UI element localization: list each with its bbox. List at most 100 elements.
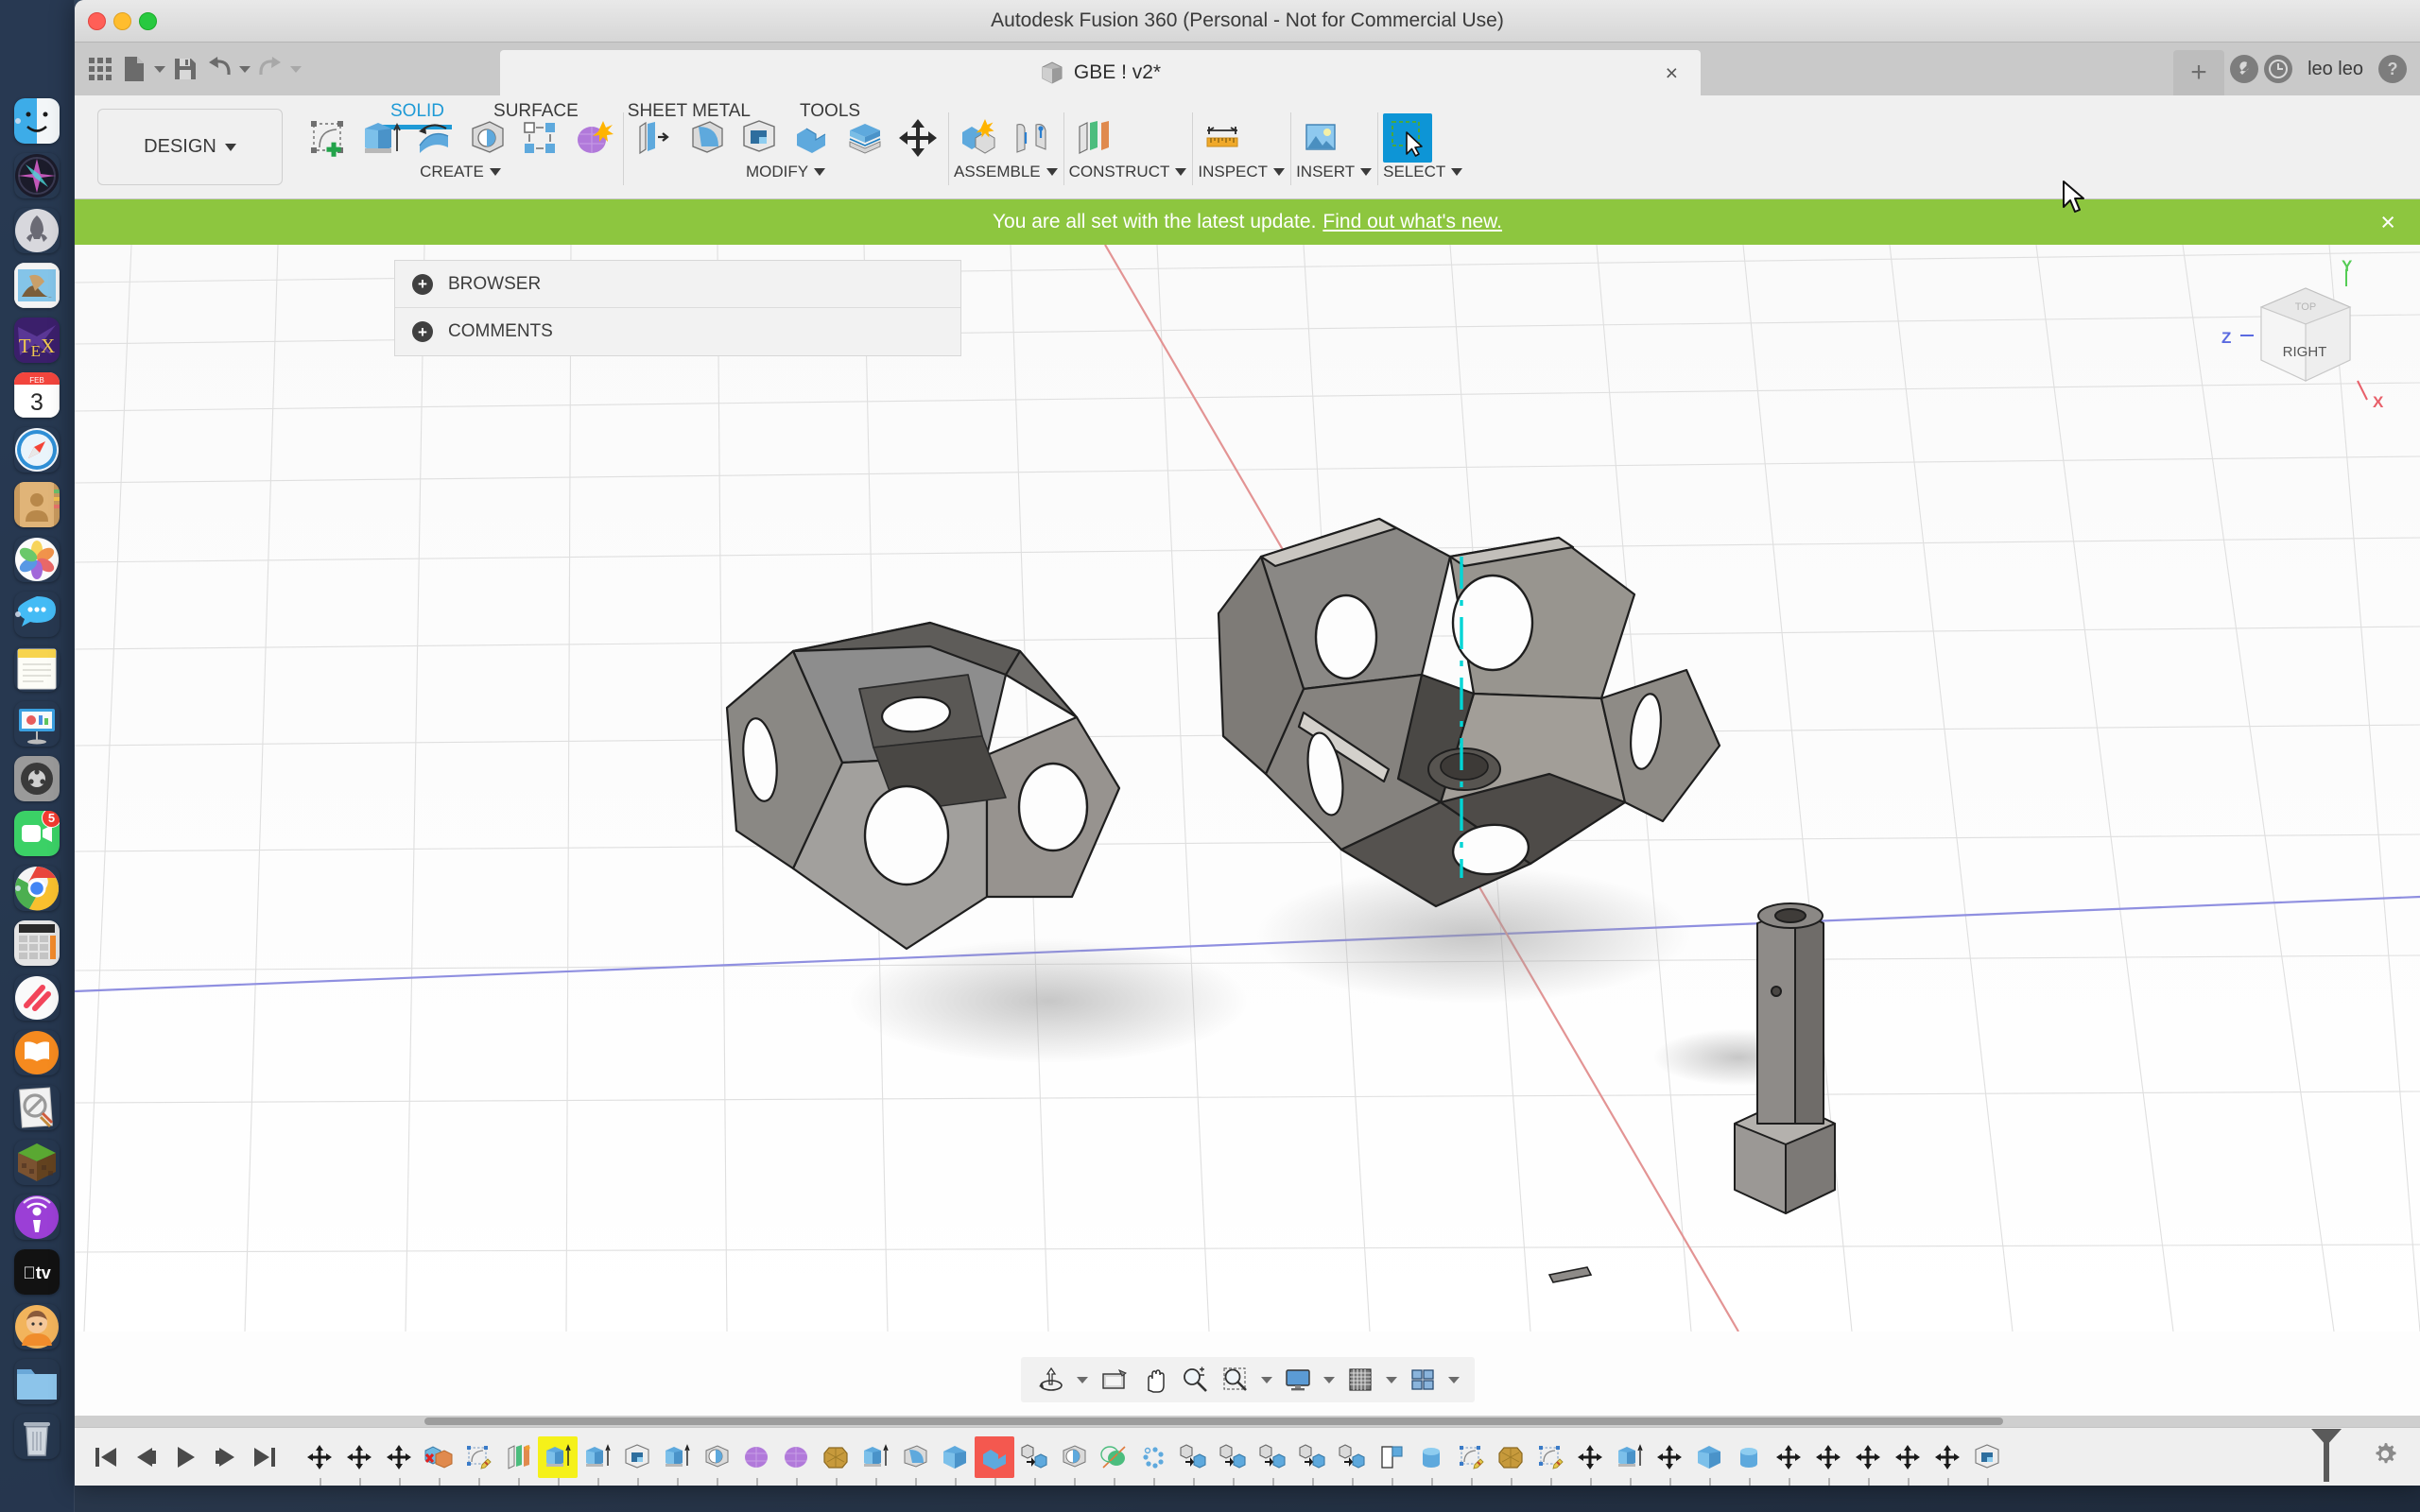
- timeline-mirror-feature[interactable]: [1094, 1436, 1133, 1486]
- timeline-cylinder-feature[interactable]: [1729, 1436, 1769, 1486]
- dock-item-system-preferences[interactable]: [10, 752, 63, 805]
- undo-icon[interactable]: [203, 51, 235, 87]
- save-icon[interactable]: [169, 51, 201, 87]
- workspace-switcher[interactable]: DESIGN: [97, 109, 283, 185]
- timeline-move-feature[interactable]: [1927, 1436, 1967, 1486]
- measure-icon[interactable]: [1198, 113, 1247, 163]
- redo-dropdown-caret-icon[interactable]: [288, 51, 303, 87]
- zoom-window-icon[interactable]: [1217, 1361, 1254, 1399]
- timeline-extrude-feature[interactable]: [578, 1436, 617, 1486]
- timeline-move-feature[interactable]: [1570, 1436, 1610, 1486]
- fillet-icon[interactable]: [682, 113, 731, 163]
- orbit-icon[interactable]: [1032, 1361, 1070, 1399]
- timeline-extrude-feature[interactable]: [856, 1436, 895, 1486]
- file-icon[interactable]: [118, 51, 150, 87]
- timeline-fillet-feature[interactable]: [895, 1436, 935, 1486]
- dock-item-minecraft[interactable]: [10, 1136, 63, 1189]
- panel-construct-label[interactable]: CONSTRUCT: [1069, 160, 1187, 184]
- gear-icon[interactable]: [2371, 1440, 2399, 1473]
- expand-icon[interactable]: +: [412, 273, 433, 295]
- timeline-plane-feature[interactable]: [498, 1436, 538, 1486]
- pan-icon[interactable]: [1135, 1361, 1173, 1399]
- timeline-move-feature[interactable]: [1848, 1436, 1888, 1486]
- create-form-icon[interactable]: [568, 113, 617, 163]
- dock-item-calculator[interactable]: [10, 917, 63, 970]
- dock-item-chrome[interactable]: [10, 862, 63, 915]
- shell-icon[interactable]: [735, 113, 784, 163]
- timeline-sketch-feature[interactable]: [1451, 1436, 1491, 1486]
- panel-assemble-label[interactable]: ASSEMBLE: [954, 160, 1058, 184]
- go-to-beginning-icon[interactable]: [86, 1437, 126, 1477]
- wrench-icon[interactable]: [2230, 55, 2259, 83]
- timeline-revolve-feature[interactable]: [697, 1436, 736, 1486]
- timeline-box-feature[interactable]: [1689, 1436, 1729, 1486]
- revolve-icon[interactable]: [409, 113, 458, 163]
- display-dropdown-caret-icon[interactable]: [1320, 1361, 1339, 1399]
- timeline-copy-paste-feature[interactable]: [1173, 1436, 1213, 1486]
- timeline-scrollbar-thumb[interactable]: [424, 1418, 2003, 1425]
- orbit-dropdown-caret-icon[interactable]: [1073, 1361, 1092, 1399]
- dock-item-safari[interactable]: [10, 423, 63, 476]
- dock-item-memoji[interactable]: [10, 1300, 63, 1353]
- timeline-shell-feature[interactable]: [1967, 1436, 2007, 1486]
- timeline-form-feature[interactable]: [776, 1436, 816, 1486]
- macos-dock[interactable]: TEX FEB 3 5 tv: [0, 0, 75, 1512]
- help-icon[interactable]: ?: [2378, 55, 2407, 83]
- timeline-move-feature[interactable]: [300, 1436, 339, 1486]
- quick-access-toolbar[interactable]: [75, 43, 303, 95]
- dock-item-preview[interactable]: [10, 1081, 63, 1134]
- timeline-copy-paste-feature[interactable]: [1213, 1436, 1253, 1486]
- panel-modify-label[interactable]: MODIFY: [629, 160, 942, 184]
- zoom-dropdown-caret-icon[interactable]: [1257, 1361, 1276, 1399]
- grid-apps-icon[interactable]: [84, 51, 116, 87]
- timeline-revolve-feature[interactable]: [1054, 1436, 1094, 1486]
- timeline-box-feature[interactable]: [935, 1436, 975, 1486]
- dock-item-siri[interactable]: [10, 149, 63, 202]
- dock-item-notes[interactable]: [10, 643, 63, 696]
- new-document-button[interactable]: +: [2173, 50, 2225, 95]
- timeline-remove-feature[interactable]: [419, 1436, 458, 1486]
- new-component-icon[interactable]: [954, 113, 1003, 163]
- play-icon[interactable]: [165, 1437, 205, 1477]
- timeline-extrude-feature[interactable]: [538, 1435, 578, 1486]
- timeline-appearance-feature[interactable]: [816, 1436, 856, 1486]
- combine-icon[interactable]: [787, 113, 837, 163]
- dock-item-calendar[interactable]: FEB 3: [10, 369, 63, 421]
- panel-insert-label[interactable]: INSERT: [1296, 160, 1373, 184]
- timeline-move-feature[interactable]: [1808, 1436, 1848, 1486]
- dock-item-books[interactable]: [10, 1026, 63, 1079]
- look-at-icon[interactable]: [1095, 1361, 1132, 1399]
- dock-item-contacts[interactable]: [10, 478, 63, 531]
- display-settings-icon[interactable]: [1279, 1361, 1317, 1399]
- sidebar-item-browser[interactable]: + BROWSER: [395, 261, 960, 308]
- timeline-combine-feature[interactable]: [975, 1435, 1014, 1486]
- timeline-move-feature[interactable]: [339, 1436, 379, 1486]
- dock-item-podcasts[interactable]: [10, 1191, 63, 1244]
- sidebar-item-comments[interactable]: + COMMENTS: [395, 308, 960, 355]
- dock-item-folder[interactable]: [10, 1355, 63, 1408]
- timeline-pattern-feature[interactable]: [1133, 1436, 1173, 1486]
- timeline-appearance-feature[interactable]: [1491, 1436, 1530, 1486]
- dock-item-mail[interactable]: [10, 259, 63, 312]
- dock-item-finder[interactable]: [10, 94, 63, 147]
- grid-snaps-icon[interactable]: [1341, 1361, 1379, 1399]
- panel-create-label[interactable]: CREATE: [303, 160, 617, 184]
- file-dropdown-caret-icon[interactable]: [152, 51, 167, 87]
- go-to-end-icon[interactable]: [245, 1437, 285, 1477]
- banner-link[interactable]: Find out what's new.: [1322, 211, 1502, 233]
- close-banner-icon[interactable]: ×: [2380, 209, 2395, 235]
- timeline-move-feature[interactable]: [1888, 1436, 1927, 1486]
- timeline-sketch-feature[interactable]: [458, 1436, 498, 1486]
- viewports-icon[interactable]: [1404, 1361, 1442, 1399]
- timeline-move-feature[interactable]: [1650, 1436, 1689, 1486]
- timeline-extrude-feature[interactable]: [657, 1436, 697, 1486]
- redo-icon[interactable]: [254, 51, 286, 87]
- split-face-icon[interactable]: [840, 113, 890, 163]
- dock-item-facetime[interactable]: 5: [10, 807, 63, 860]
- timeline-sketch-feature[interactable]: [1530, 1436, 1570, 1486]
- timeline-form-feature[interactable]: [736, 1436, 776, 1486]
- dock-item-photos[interactable]: [10, 533, 63, 586]
- view-navigation-bar[interactable]: [1020, 1357, 1475, 1402]
- clock-icon[interactable]: [2264, 55, 2293, 83]
- timeline-move-feature[interactable]: [379, 1436, 419, 1486]
